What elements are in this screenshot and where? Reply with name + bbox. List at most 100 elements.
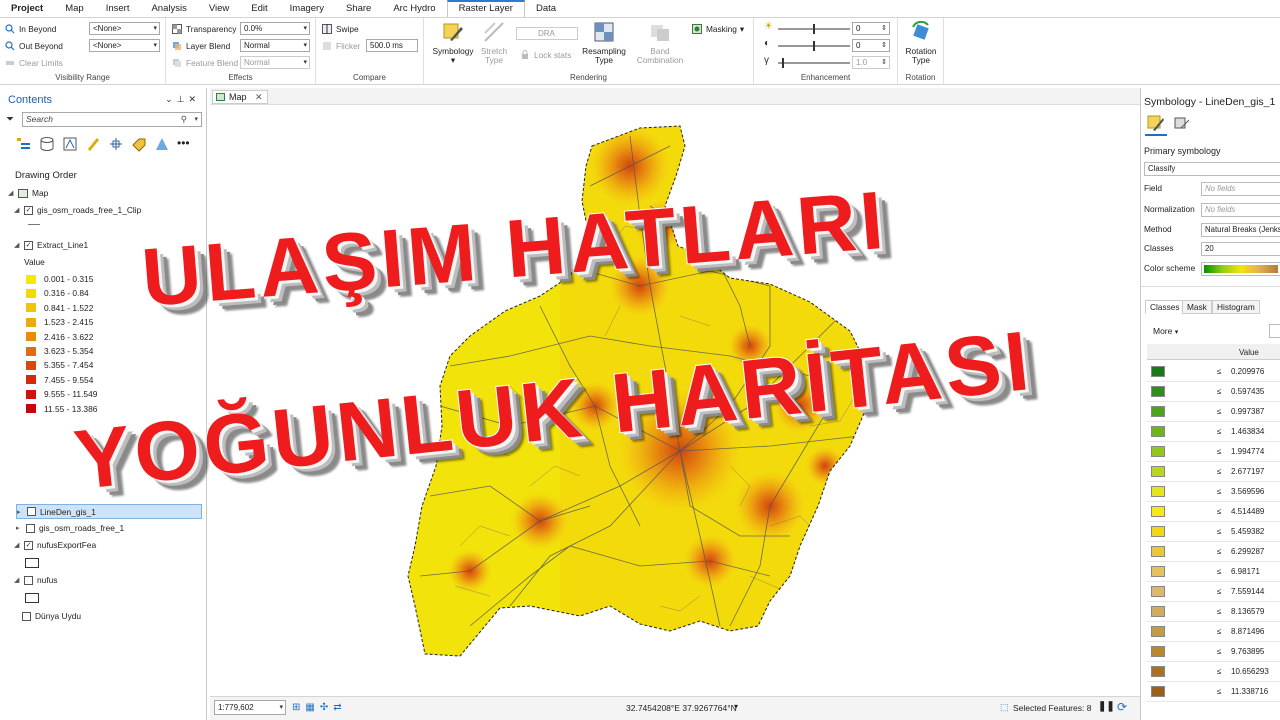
list-by-snapping-icon[interactable] xyxy=(108,136,124,152)
class-swatch[interactable] xyxy=(1151,386,1165,397)
class-search-box[interactable] xyxy=(1269,324,1280,338)
tab-analysis[interactable]: Analysis xyxy=(140,0,197,17)
vary-symbology-icon[interactable] xyxy=(1173,114,1191,132)
class-row[interactable]: ≤0.597435 xyxy=(1147,382,1280,402)
close-icon[interactable]: ✕ xyxy=(255,92,263,102)
method-combo[interactable]: Natural Breaks (Jenks) xyxy=(1201,223,1280,237)
color-scheme-combo[interactable] xyxy=(1201,262,1280,276)
toc-layer-extract[interactable]: ◢ ✓ Extract_Line1 xyxy=(14,240,88,250)
gamma-field[interactable]: 1.0 ⇕ xyxy=(852,56,890,69)
legend-item[interactable]: 0.316 - 0.84 xyxy=(26,288,89,298)
resampling-type-button[interactable]: Resampling Type xyxy=(578,21,630,65)
class-row[interactable]: ≤6.299287 xyxy=(1147,542,1280,562)
tab-mask[interactable]: Mask xyxy=(1182,300,1212,314)
legend-item[interactable]: 1.523 - 2.415 xyxy=(26,317,93,327)
renderer-combo[interactable]: Classify xyxy=(1144,162,1280,176)
contrast-field[interactable]: 0 ⇕ xyxy=(852,39,890,52)
pin-icon[interactable]: ⊥ xyxy=(177,94,189,104)
scale-combo[interactable]: 1:779,602 ▾ xyxy=(214,700,286,715)
classes-field[interactable]: 20 xyxy=(1201,242,1280,256)
toc-layer-linedens[interactable]: ▸ LineDen_gis_1 xyxy=(16,504,202,519)
class-upper-value[interactable]: 11.338716 xyxy=(1231,687,1268,696)
contents-search-input[interactable]: Search ⚲ ▾ xyxy=(22,112,202,127)
toc-layer-nufus-export[interactable]: ◢ ✓ nufusExportFea xyxy=(14,540,96,550)
class-swatch[interactable] xyxy=(1151,646,1165,657)
class-row[interactable]: ≤1.463834 xyxy=(1147,422,1280,442)
normalization-combo[interactable]: No fields xyxy=(1201,203,1280,217)
refresh-icon[interactable]: ⟳ xyxy=(1117,700,1127,714)
class-row[interactable]: ≤5.459382 xyxy=(1147,522,1280,542)
contrast-slider[interactable] xyxy=(778,41,850,51)
layer-visibility-checkbox[interactable] xyxy=(24,575,33,585)
legend-item[interactable]: 7.455 - 9.554 xyxy=(26,375,93,385)
band-combination-button[interactable]: Band Combination xyxy=(630,21,690,65)
legend-item[interactable]: 0.001 - 0.315 xyxy=(26,274,93,284)
layer-visibility-checkbox[interactable]: ✓ xyxy=(24,240,33,250)
list-by-source-icon[interactable] xyxy=(39,136,55,152)
class-swatch[interactable] xyxy=(1151,406,1165,417)
class-swatch[interactable] xyxy=(1151,686,1165,697)
class-upper-value[interactable]: 3.569596 xyxy=(1231,487,1264,496)
class-upper-value[interactable]: 7.559144 xyxy=(1231,587,1264,596)
class-swatch[interactable] xyxy=(1151,486,1165,497)
toc-layer-roads[interactable]: ▸ gis_osm_roads_free_1 xyxy=(16,523,124,533)
chevron-down-icon[interactable]: ▾ xyxy=(734,702,738,711)
tab-histogram[interactable]: Histogram xyxy=(1212,300,1260,314)
chevron-down-icon[interactable]: ⌄ xyxy=(165,94,177,104)
toc-layer-basemap[interactable]: Dünya Uydu xyxy=(22,611,81,621)
feature-blend-combo[interactable]: Normal ▾ xyxy=(240,56,310,69)
legend-item[interactable]: 2.416 - 3.622 xyxy=(26,332,93,342)
class-upper-value[interactable]: 5.459382 xyxy=(1231,527,1264,536)
class-row[interactable]: ≤0.209976 xyxy=(1147,362,1280,382)
class-row[interactable]: ≤2.677197 xyxy=(1147,462,1280,482)
class-row[interactable]: ≤4.514489 xyxy=(1147,502,1280,522)
class-row[interactable]: ≤8.136579 xyxy=(1147,602,1280,622)
class-row[interactable]: ≤9.763895 xyxy=(1147,642,1280,662)
class-swatch[interactable] xyxy=(1151,546,1165,557)
toc-layer-nufus[interactable]: ◢ nufus xyxy=(14,575,58,585)
brightness-field[interactable]: 0 ⇕ xyxy=(852,22,890,35)
primary-symbology-icon[interactable] xyxy=(1147,114,1165,132)
class-upper-value[interactable]: 0.209976 xyxy=(1231,367,1264,376)
toc-map-item[interactable]: ◢ Map xyxy=(8,188,48,198)
list-by-selection-icon[interactable] xyxy=(62,136,78,152)
class-upper-value[interactable]: 8.871496 xyxy=(1231,627,1264,636)
class-upper-value[interactable]: 9.763895 xyxy=(1231,647,1264,656)
rotation-type-button[interactable]: Rotation Type xyxy=(902,20,940,65)
tab-arc-hydro[interactable]: Arc Hydro xyxy=(382,0,446,17)
layer-visibility-checkbox[interactable]: ✓ xyxy=(24,540,33,550)
layer-visibility-checkbox[interactable] xyxy=(26,523,35,533)
layer-blend-combo[interactable]: Normal ▾ xyxy=(240,39,310,52)
class-swatch[interactable] xyxy=(1151,466,1165,477)
legend-item[interactable]: 5.355 - 7.454 xyxy=(26,360,93,370)
tab-edit[interactable]: Edit xyxy=(240,0,278,17)
class-row[interactable]: ≤11.338716 xyxy=(1147,682,1280,702)
class-swatch[interactable] xyxy=(1151,566,1165,577)
class-row[interactable]: ≤10.656293 xyxy=(1147,662,1280,682)
toc-layer-roads-clip[interactable]: ◢ ✓ gis_osm_roads_free_1_Clip xyxy=(14,205,141,215)
class-upper-value[interactable]: 8.136579 xyxy=(1231,607,1264,616)
class-row[interactable]: ≤3.569596 xyxy=(1147,482,1280,502)
class-swatch[interactable] xyxy=(1151,506,1165,517)
legend-item[interactable]: 0.841 - 1.522 xyxy=(26,303,93,313)
field-combo[interactable]: No fields xyxy=(1201,182,1280,196)
clear-limits-button[interactable]: Clear Limits xyxy=(5,56,63,70)
slider-thumb[interactable] xyxy=(813,41,815,51)
list-by-editing-icon[interactable] xyxy=(85,136,101,152)
class-upper-value[interactable]: 0.997387 xyxy=(1231,407,1264,416)
transparency-combo[interactable]: 0.0% ▾ xyxy=(240,22,310,35)
pause-icon[interactable]: ❚❚ xyxy=(1098,701,1115,712)
class-upper-value[interactable]: 1.463834 xyxy=(1231,427,1264,436)
tab-imagery[interactable]: Imagery xyxy=(279,0,335,17)
class-row[interactable]: ≤8.871496 xyxy=(1147,622,1280,642)
symbology-button[interactable]: Symbology ▾ xyxy=(430,21,476,65)
class-row[interactable]: ≤6.98171 xyxy=(1147,562,1280,582)
class-swatch[interactable] xyxy=(1151,366,1165,377)
layer-visibility-checkbox[interactable]: ✓ xyxy=(24,205,33,215)
class-upper-value[interactable]: 4.514489 xyxy=(1231,507,1264,516)
status-tool-icons[interactable]: ⊞▦✣⇄ xyxy=(292,702,347,713)
flicker-field[interactable]: 500.0 ms xyxy=(366,39,418,52)
out-beyond-combo[interactable]: <None> ▾ xyxy=(89,39,160,52)
tab-share[interactable]: Share xyxy=(335,0,382,17)
slider-thumb[interactable] xyxy=(813,24,815,34)
